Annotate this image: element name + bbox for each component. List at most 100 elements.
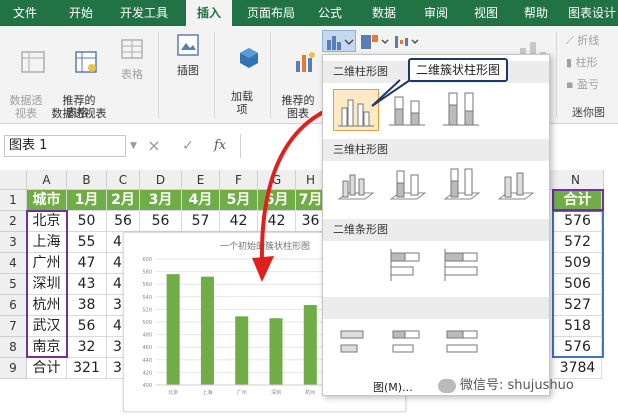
value-cell[interactable]: 57	[182, 211, 220, 232]
function-icon[interactable]: fx	[214, 136, 234, 156]
bar[interactable]	[235, 316, 249, 385]
header-cell[interactable]: 1月	[67, 190, 107, 211]
tab-developer[interactable]: 开发工具	[110, 0, 178, 26]
percent-stacked-bar-option[interactable]	[439, 245, 483, 285]
sparkline-column-button[interactable]: ▮ 柱形	[566, 56, 616, 69]
row-header[interactable]: 4	[0, 253, 27, 274]
row-header[interactable]: 9	[0, 358, 27, 379]
percent-stacked-column-icon	[443, 92, 479, 126]
value-cell[interactable]: 56	[67, 316, 107, 337]
3d-column-icon	[497, 172, 535, 200]
3d-clustered-column-icon	[337, 174, 375, 200]
hierarchy-chart-icon[interactable]	[360, 34, 390, 50]
y-tick-label: 460	[142, 345, 152, 351]
y-tick-label: 480	[142, 333, 152, 339]
column-chart-dropdown-button[interactable]	[322, 30, 356, 52]
value-cell[interactable]: 47	[67, 253, 107, 274]
tab-review[interactable]: 审阅	[416, 0, 456, 26]
name-box-dropdown-icon[interactable]: ▼	[130, 138, 138, 154]
pivot-table-label: 数据透 视表	[9, 94, 43, 120]
tab-data[interactable]: 数据	[362, 0, 406, 26]
stacked-bar-option[interactable]	[385, 245, 429, 285]
tab-home[interactable]: 开始	[56, 0, 106, 26]
column-header[interactable]: N	[548, 170, 604, 190]
y-tick-label: 600	[142, 257, 152, 263]
y-tick-label: 520	[142, 307, 152, 313]
row-header[interactable]: 3	[0, 232, 27, 253]
sparkline-line-label: 折线	[577, 34, 600, 47]
sparkline-column-label: 柱形	[575, 56, 598, 69]
sum-value-cell[interactable]: 321	[67, 358, 107, 379]
recommended-charts-icon	[296, 52, 315, 72]
select-all-corner[interactable]	[0, 170, 27, 190]
tab-help[interactable]: 帮助	[516, 0, 556, 26]
bar[interactable]	[200, 276, 214, 385]
column-header[interactable]: A	[27, 170, 67, 190]
y-tick-label: 420	[142, 370, 152, 376]
row-header[interactable]: 1	[0, 190, 27, 211]
waterfall-chart-icon[interactable]	[394, 34, 422, 50]
value-cell[interactable]: 43	[67, 274, 107, 295]
tab-view[interactable]: 视图	[466, 0, 506, 26]
column-header[interactable]: D	[140, 170, 182, 190]
x-tick-label: 深圳	[271, 389, 281, 396]
pivot-table-button[interactable]: 数据透 视表	[4, 36, 48, 146]
header-cell[interactable]: 城市	[27, 190, 67, 211]
sum-label-cell[interactable]: 合计	[27, 358, 67, 379]
group-separator	[556, 32, 557, 118]
value-cell[interactable]: 55	[67, 232, 107, 253]
3d-percent-stacked-option[interactable]	[439, 165, 483, 205]
value-cell[interactable]: 38	[67, 295, 107, 316]
column-header[interactable]: B	[67, 170, 107, 190]
tab-page-layout[interactable]: 页面布局	[240, 0, 302, 26]
recommended-pivot-button[interactable]: 推荐的 数据透视表	[48, 36, 110, 146]
row-header[interactable]: 2	[0, 211, 27, 232]
value-cell[interactable]: 50	[67, 211, 107, 232]
name-box[interactable]: 图表 1	[4, 135, 126, 157]
tab-insert[interactable]: 插入	[186, 0, 232, 26]
tab-formulas[interactable]: 公式	[310, 0, 350, 26]
row-header[interactable]: 5	[0, 274, 27, 295]
table-button[interactable]: 表格	[114, 36, 150, 81]
addins-icon	[240, 48, 258, 68]
city-range-selection	[26, 210, 68, 358]
3d-clustered-bar-option[interactable]	[333, 323, 377, 363]
bar[interactable]	[166, 274, 180, 385]
table-group-label: 表格	[66, 106, 88, 119]
bar[interactable]	[303, 304, 317, 385]
table-icon	[121, 39, 143, 59]
tab-file[interactable]: 文件	[0, 0, 50, 26]
row-header[interactable]: 6	[0, 295, 27, 316]
percent-stacked-column-option[interactable]	[439, 89, 483, 129]
header-cell[interactable]: 4月	[182, 190, 220, 211]
total-header-selection	[552, 189, 604, 211]
3d-stacked-column-option[interactable]	[385, 165, 429, 205]
header-cell[interactable]: 2月	[107, 190, 140, 211]
group-separator	[158, 32, 159, 118]
3d-percent-bar-option[interactable]	[439, 323, 483, 363]
column-header[interactable]: E	[182, 170, 220, 190]
sparkline-winloss-label: 盈亏	[576, 78, 599, 91]
value-cell[interactable]: 56	[107, 211, 140, 232]
value-cell[interactable]: 32	[67, 337, 107, 358]
3d-stacked-bar-option[interactable]	[385, 323, 429, 363]
tab-chart-design[interactable]: 图表设计	[566, 0, 618, 26]
section-3d-bar	[323, 297, 549, 319]
confirm-icon[interactable]: ✓	[180, 136, 196, 156]
value-cell[interactable]: 56	[140, 211, 182, 232]
header-cell[interactable]: 3月	[140, 190, 182, 211]
row-header[interactable]: 8	[0, 337, 27, 358]
column-header[interactable]: C	[107, 170, 140, 190]
illustrations-button[interactable]: 插图	[168, 32, 208, 77]
row-header[interactable]: 7	[0, 316, 27, 337]
y-tick-label: 400	[142, 383, 152, 389]
sparkline-line-button[interactable]: ⟋ 折线	[566, 34, 616, 47]
3d-clustered-column-option[interactable]	[333, 165, 377, 205]
sparkline-group-label: 迷你图	[572, 106, 605, 119]
x-tick-label: 上海	[202, 389, 212, 396]
bar[interactable]	[269, 318, 283, 385]
cancel-icon[interactable]: ×	[146, 136, 162, 156]
sparkline-winloss-button[interactable]: ▪ 盈亏	[566, 78, 616, 91]
callout-pointer	[371, 79, 411, 107]
3d-column-option[interactable]	[493, 165, 537, 205]
